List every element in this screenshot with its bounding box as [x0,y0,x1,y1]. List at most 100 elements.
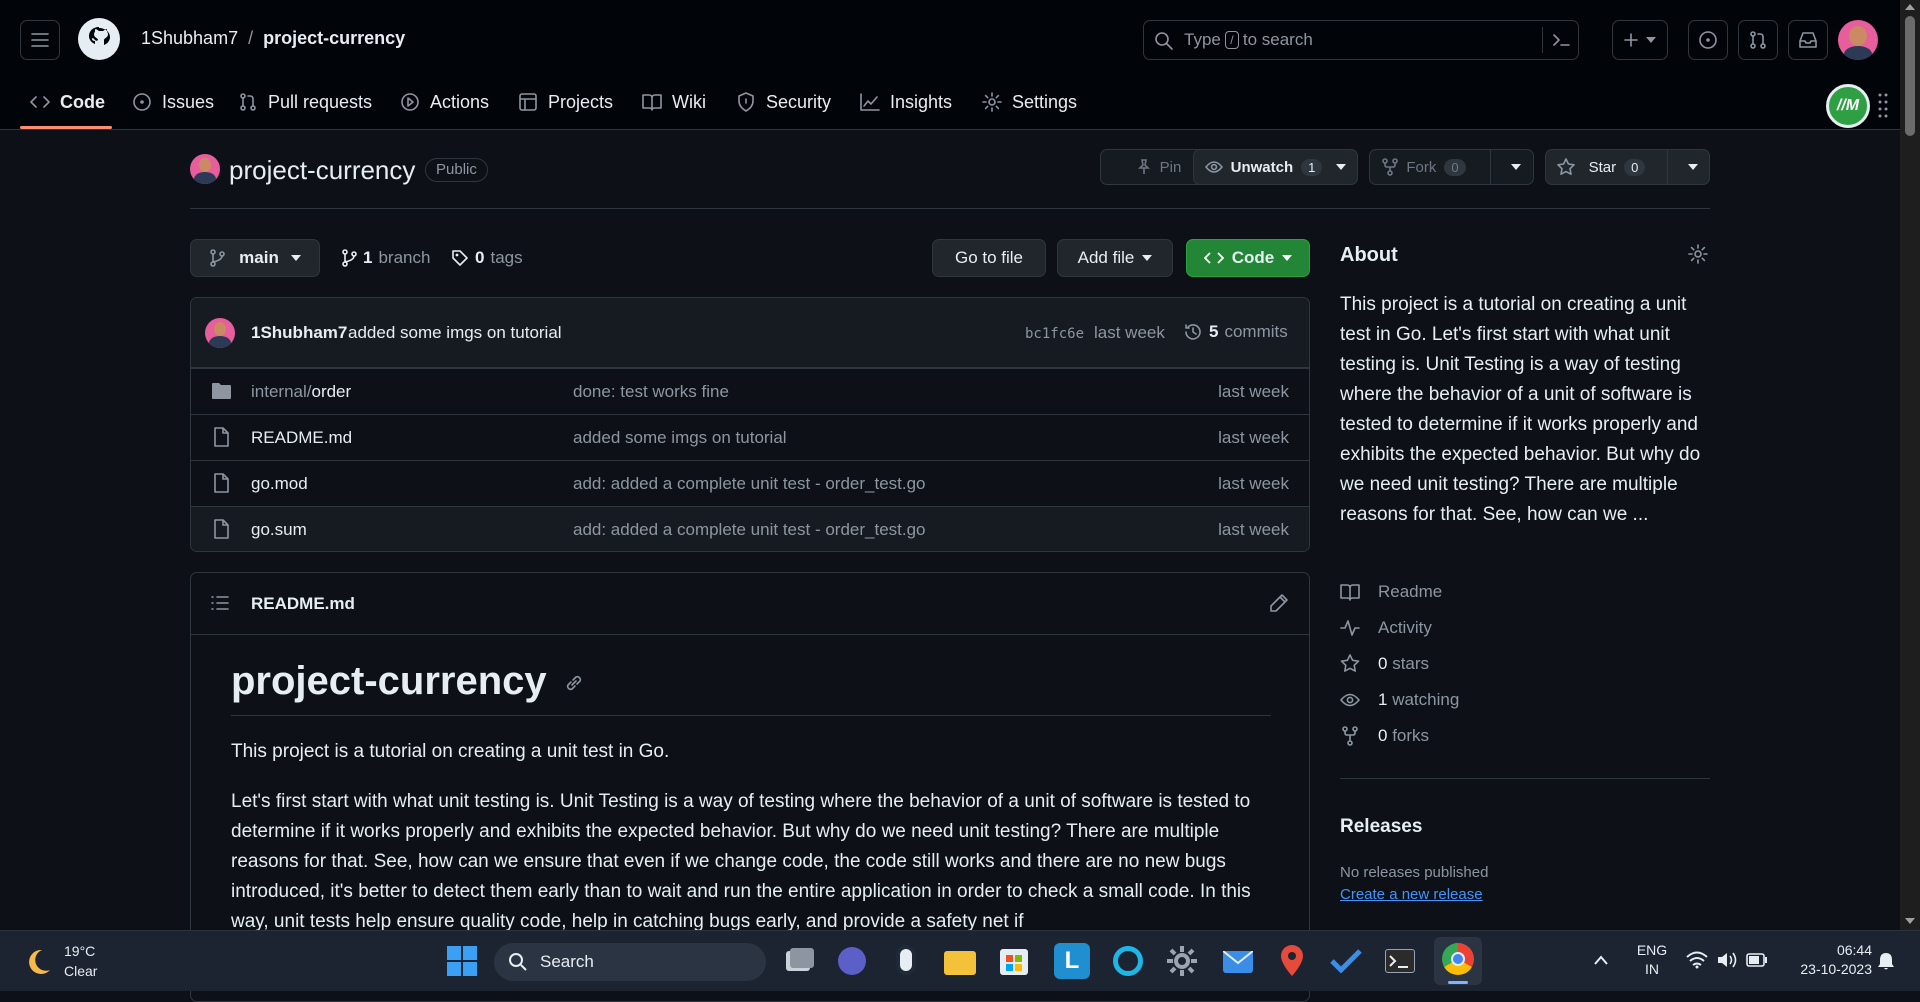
watching-link[interactable]: 1 watching [1340,690,1459,710]
volume-icon[interactable] [1716,951,1738,969]
activity-link[interactable]: Activity [1340,618,1432,638]
commits-link[interactable]: 5 commits [1183,322,1288,342]
tab-pull-requests[interactable]: Pull requests [238,84,372,120]
commit-author[interactable]: 1Shubham7 [251,323,347,343]
create-release-link[interactable]: Create a new release [1340,886,1483,903]
stars-label: stars [1392,654,1430,673]
terminal-app-icon[interactable] [1382,943,1418,979]
branches-link[interactable]: 1 branch [341,248,430,268]
page-scrollbar[interactable] [1900,0,1920,930]
fork-button[interactable]: Fork 0 [1369,149,1534,185]
readme-link[interactable]: Readme [1340,582,1442,602]
file-commit-message[interactable]: done: test works fine [573,382,729,402]
store-app-icon[interactable] [996,943,1032,979]
repo-title[interactable]: project-currency [229,155,415,186]
commit-author-avatar[interactable] [205,318,235,348]
commit-sha[interactable]: bc1fc6e [1025,326,1084,342]
mail-app-icon[interactable] [1220,943,1256,979]
readme-filename[interactable]: README.md [251,594,355,614]
tab-settings[interactable]: Settings [982,84,1077,120]
pull-requests-button[interactable] [1738,20,1778,60]
table-row[interactable]: go.sum add: added a complete unit test -… [191,506,1309,551]
drag-handle-icon[interactable] [1878,92,1888,120]
breadcrumb-separator: / [248,28,254,48]
tab-code[interactable]: Code [30,84,105,120]
github-logo-icon[interactable] [78,18,120,60]
chat-app-icon[interactable] [834,943,870,979]
file-name[interactable]: README.md [251,428,352,448]
start-button[interactable] [446,945,478,977]
penguin-app-icon[interactable] [888,943,924,979]
file-commit-message[interactable]: add: added a complete unit test - order_… [573,520,926,540]
user-avatar[interactable] [1838,20,1878,60]
latest-commit-bar: 1Shubham7 added some imgs on tutorial bc… [191,298,1309,368]
scroll-up-icon[interactable] [1905,4,1915,10]
taskbar-search[interactable]: Search [494,943,766,981]
inbox-button[interactable] [1788,20,1828,60]
maps-app-icon[interactable] [1274,943,1310,979]
link-icon[interactable] [564,673,584,693]
create-new-button[interactable] [1612,20,1668,60]
todo-app-icon[interactable] [1328,943,1364,979]
readme-header: README.md [191,573,1309,635]
add-file-label: Add file [1077,248,1135,267]
file-commit-message[interactable]: add: added a complete unit test - order_… [573,474,926,494]
tab-actions[interactable]: Actions [400,84,489,120]
tab-projects-label: Projects [548,91,614,112]
alexa-app-icon[interactable] [1110,943,1146,979]
branch-name: main [239,248,279,267]
file-explorer-icon[interactable] [942,943,978,979]
table-row[interactable]: internal/order done: test works fine las… [191,368,1309,414]
code-icon [1203,252,1224,264]
add-file-button[interactable]: Add file [1057,239,1173,277]
gear-icon[interactable] [1688,244,1708,264]
scroll-thumb[interactable] [1905,16,1915,136]
tab-wiki[interactable]: Wiki [642,84,706,120]
unwatch-button[interactable]: Unwatch 1 [1193,149,1358,185]
tab-insights[interactable]: Insights [860,84,952,120]
tab-security[interactable]: Security [736,84,831,120]
language-secondary: IN [1645,961,1659,977]
tab-projects[interactable]: Projects [518,84,613,120]
file-commit-message[interactable]: added some imgs on tutorial [573,428,787,448]
pencil-icon[interactable] [1269,593,1289,613]
file-name[interactable]: go.mod [251,474,308,494]
star-button[interactable]: Star 0 [1545,149,1710,185]
go-to-file-button[interactable]: Go to file [932,239,1046,277]
code-button[interactable]: Code [1186,239,1310,277]
task-view-icon[interactable] [780,943,816,979]
language-indicator[interactable]: ENG IN [1634,941,1670,979]
scroll-down-icon[interactable] [1905,918,1915,924]
search-input[interactable]: Type / to search [1143,20,1579,60]
extension-icon[interactable]: //M [1826,84,1870,128]
letter-l-app-icon[interactable]: L [1054,943,1090,979]
chevron-up-icon[interactable] [1594,955,1608,965]
tab-issues[interactable]: Issues [132,84,214,120]
list-icon[interactable] [211,595,229,611]
table-row[interactable]: go.mod add: added a complete unit test -… [191,460,1309,506]
pull-request-icon [240,93,256,111]
file-name[interactable]: go.sum [251,520,307,540]
forks-link[interactable]: 0 forks [1340,726,1429,746]
tags-link[interactable]: 0 tags [451,248,523,268]
battery-icon[interactable] [1746,952,1768,968]
releases-heading[interactable]: Releases [1340,816,1422,838]
branch-select-button[interactable]: main [190,239,320,277]
file-name[interactable]: internal/order [251,382,351,402]
settings-app-icon[interactable] [1164,943,1200,979]
fork-icon [1342,726,1358,746]
star-icon [1340,654,1360,672]
stars-link[interactable]: 0 stars [1340,654,1429,674]
breadcrumb-owner[interactable]: 1Shubham7 [141,28,238,49]
bell-icon[interactable] [1876,951,1896,971]
issues-button[interactable] [1688,20,1728,60]
wifi-icon[interactable] [1686,951,1708,969]
table-row[interactable]: README.md added some imgs on tutorial la… [191,414,1309,460]
clock[interactable]: 06:44 23-10-2023 [1782,941,1872,979]
breadcrumb-repo[interactable]: project-currency [263,28,405,49]
menu-button[interactable] [20,20,60,60]
weather-widget[interactable]: 19°C Clear [22,941,122,981]
chrome-app-icon[interactable] [1434,937,1482,985]
command-palette-button[interactable] [1542,27,1578,53]
commit-message[interactable]: added some imgs on tutorial [348,323,562,343]
